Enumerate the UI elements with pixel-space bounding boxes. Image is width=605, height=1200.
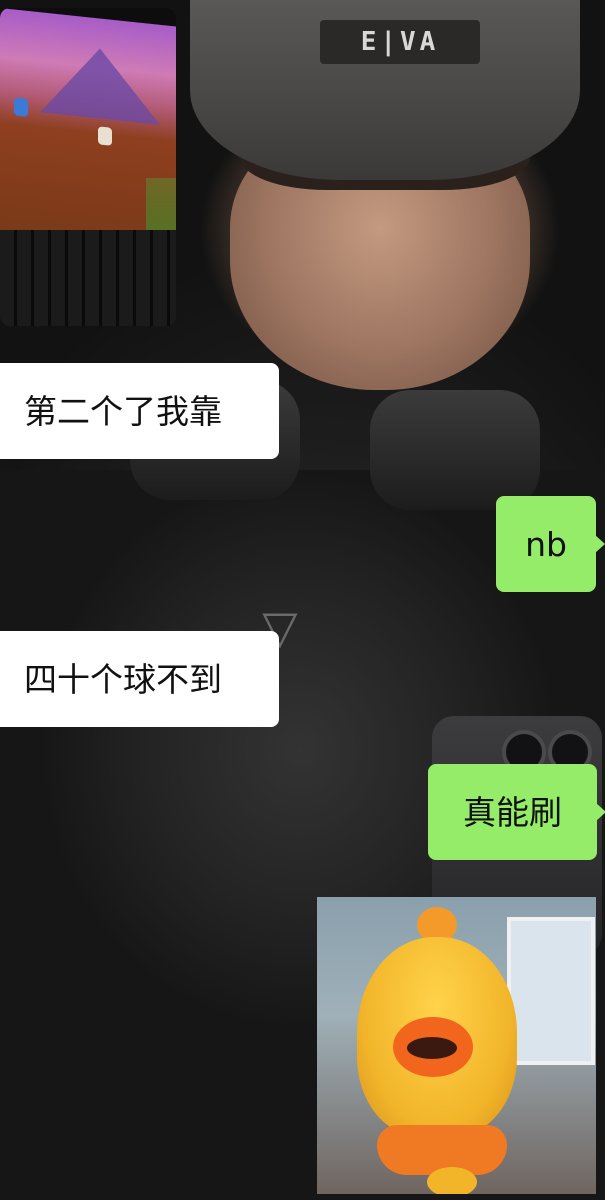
message-text: 第二个了我靠: [24, 391, 222, 431]
outgoing-message-bubble[interactable]: 真能刷: [428, 764, 605, 860]
incoming-message-bubble[interactable]: 四十个球不到: [0, 631, 279, 727]
sticker-feet: [427, 1167, 477, 1194]
bubble-tail-icon: [595, 535, 605, 553]
bubble-tail-icon: [596, 803, 605, 821]
image-message-game-screenshot[interactable]: [0, 8, 176, 326]
laptop-keyboard: [0, 230, 176, 326]
game-mountain: [40, 42, 160, 125]
headphone-cup-right: [370, 390, 540, 510]
sticker-mouth-inner: [407, 1037, 457, 1059]
incoming-message-bubble[interactable]: 第二个了我靠: [0, 363, 279, 459]
message-text: 真能刷: [463, 792, 562, 832]
message-text: 四十个球不到: [24, 659, 222, 699]
message-text: nb: [525, 524, 567, 564]
game-character: [98, 126, 112, 146]
outgoing-message-bubble[interactable]: nb: [496, 496, 605, 592]
sticker-background-window: [507, 917, 595, 1065]
sticker-message[interactable]: [317, 897, 596, 1194]
game-character: [14, 97, 28, 117]
beanie-logo: E|VA: [320, 20, 480, 64]
